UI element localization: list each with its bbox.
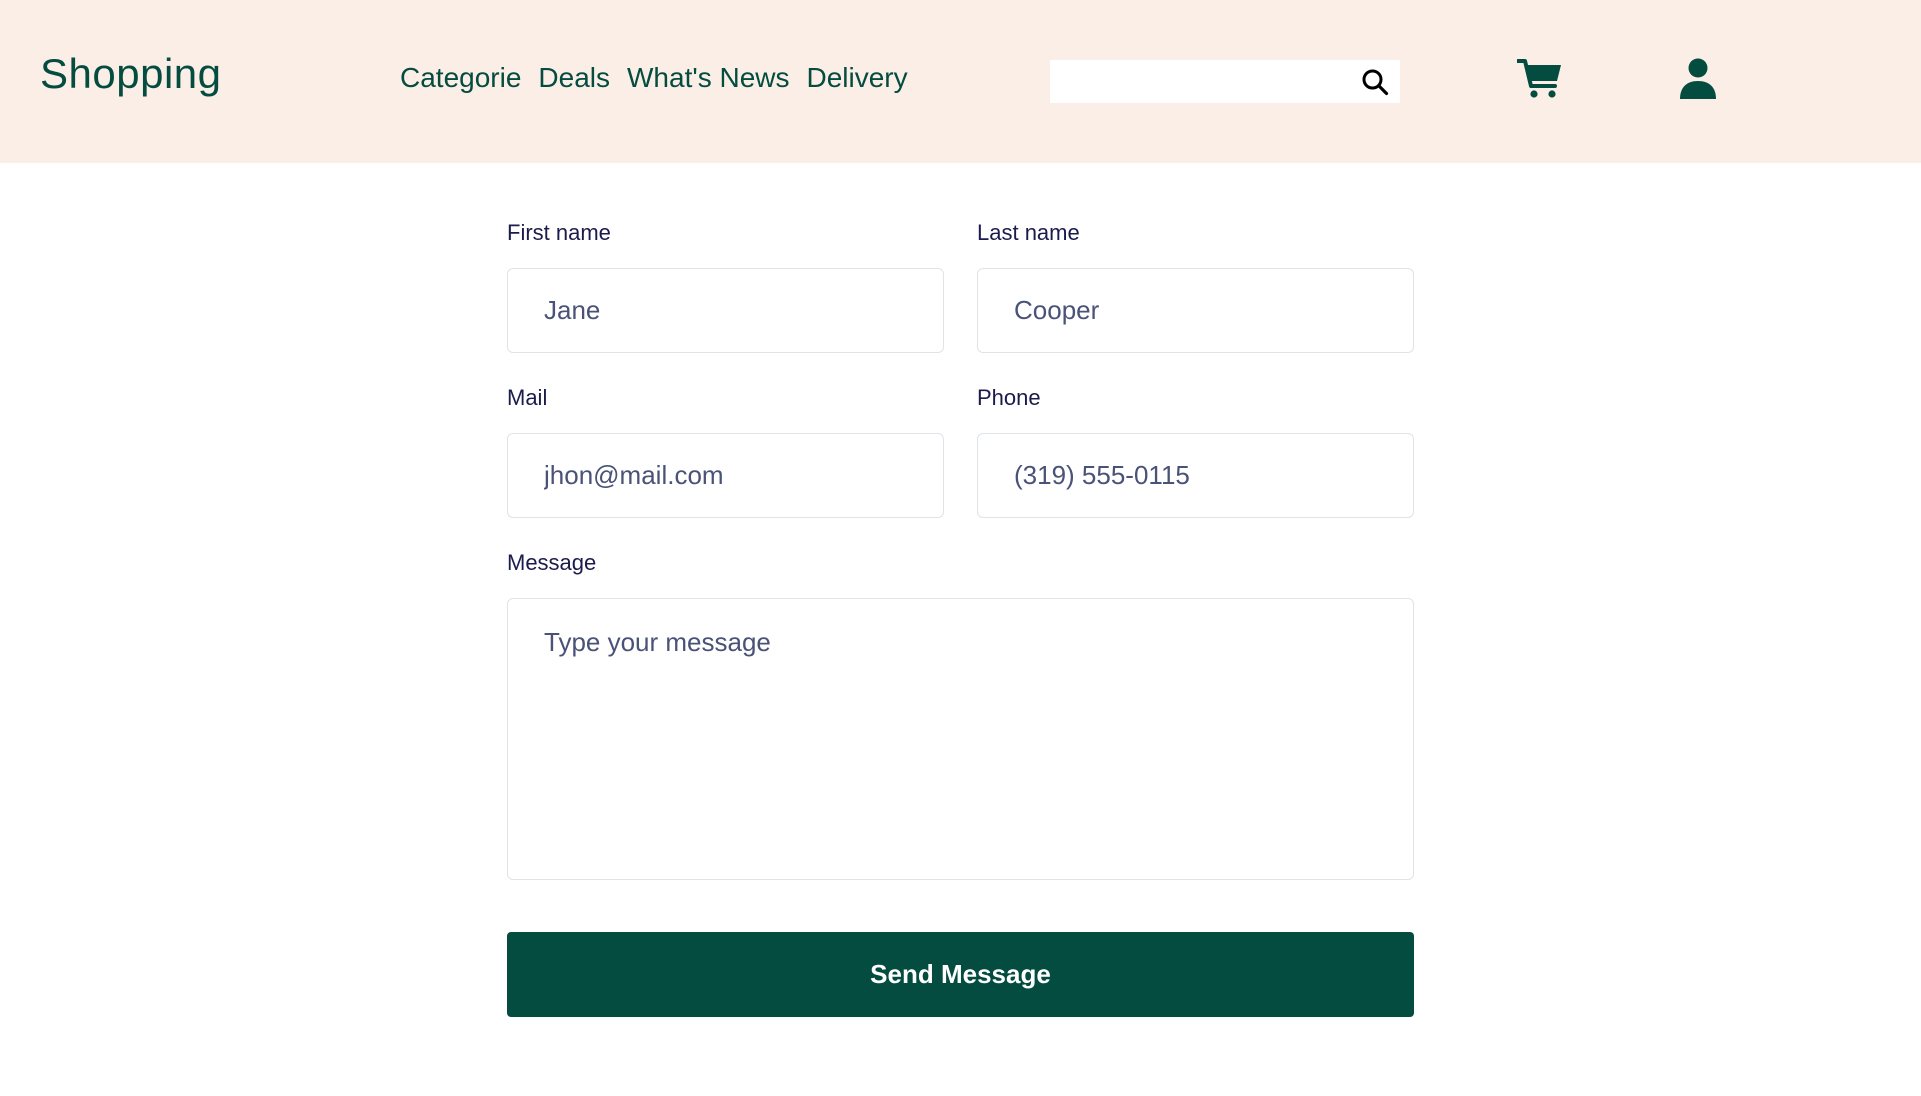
mail-label: Mail	[507, 385, 548, 410]
search-button[interactable]	[1350, 60, 1400, 103]
search-icon	[1362, 69, 1389, 95]
search-input[interactable]	[1050, 60, 1350, 103]
nav-link-categorie[interactable]: Categorie	[400, 62, 521, 94]
site-logo[interactable]: Shopping	[40, 50, 222, 98]
site-header: Shopping Categorie Deals What's News Del…	[0, 0, 1921, 163]
send-message-button[interactable]: Send Message	[507, 932, 1414, 1017]
message-field[interactable]	[507, 598, 1414, 880]
first-name-label: First name	[507, 220, 611, 245]
cart-button[interactable]	[1515, 54, 1565, 104]
message-label: Message	[507, 550, 597, 575]
last-name-label: Last name	[977, 220, 1080, 245]
nav-link-deals[interactable]: Deals	[538, 62, 610, 94]
main-nav: Categorie Deals What's News Delivery	[400, 62, 908, 94]
first-name-field[interactable]	[507, 268, 944, 353]
user-icon	[1680, 58, 1716, 99]
nav-link-delivery[interactable]: Delivery	[807, 62, 908, 94]
user-account-button[interactable]	[1673, 54, 1723, 104]
nav-link-whats-news[interactable]: What's News	[627, 62, 790, 94]
last-name-field[interactable]	[977, 268, 1414, 353]
mail-field[interactable]	[507, 433, 944, 518]
phone-label: Phone	[977, 385, 1041, 410]
phone-field[interactable]	[977, 433, 1414, 518]
search-box	[1050, 60, 1400, 103]
cart-icon	[1517, 59, 1561, 98]
